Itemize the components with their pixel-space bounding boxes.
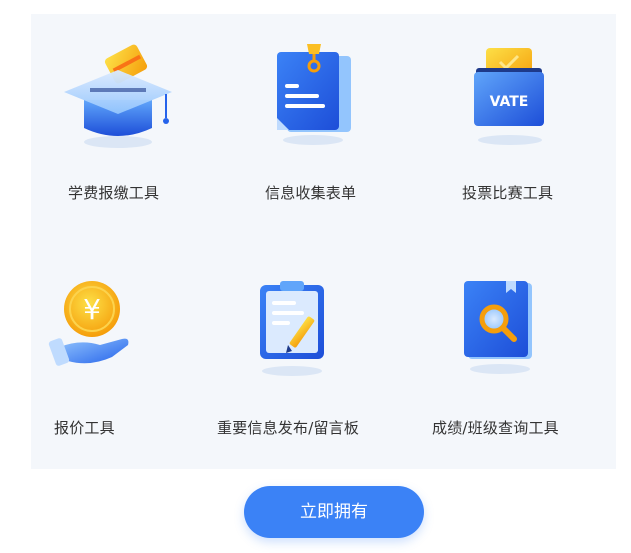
vote-box-icon: VATE xyxy=(470,42,560,152)
tool-quotation[interactable]: ¥ 报价工具 xyxy=(40,255,210,455)
tool-label: 投票比赛工具 xyxy=(462,184,554,202)
tool-info-collection-form[interactable]: 信息收集表单 xyxy=(235,20,405,220)
graduation-cap-card-icon xyxy=(62,44,172,154)
form-document-icon xyxy=(275,42,355,152)
tool-grade-class-query[interactable]: 成绩/班级查询工具 xyxy=(420,255,600,455)
tool-label: 重要信息发布/留言板 xyxy=(217,419,360,437)
get-now-button[interactable]: 立即拥有 xyxy=(244,486,424,538)
tool-tuition-payment[interactable]: 学费报缴工具 xyxy=(40,20,210,220)
tool-notice-board[interactable]: 重要信息发布/留言板 xyxy=(210,255,410,455)
book-search-icon xyxy=(464,277,544,377)
tool-label: 信息收集表单 xyxy=(265,184,357,202)
tool-label: 学费报缴工具 xyxy=(68,184,160,202)
tool-label: 成绩/班级查询工具 xyxy=(432,419,559,437)
tool-label: 报价工具 xyxy=(54,419,115,437)
yuan-symbol: ¥ xyxy=(83,293,101,326)
clipboard-pen-icon xyxy=(260,279,340,379)
yuan-coin-hand-icon: ¥ xyxy=(48,277,150,377)
vote-box-text: VATE xyxy=(490,94,529,110)
tool-voting-contest[interactable]: VATE 投票比赛工具 xyxy=(430,20,600,220)
